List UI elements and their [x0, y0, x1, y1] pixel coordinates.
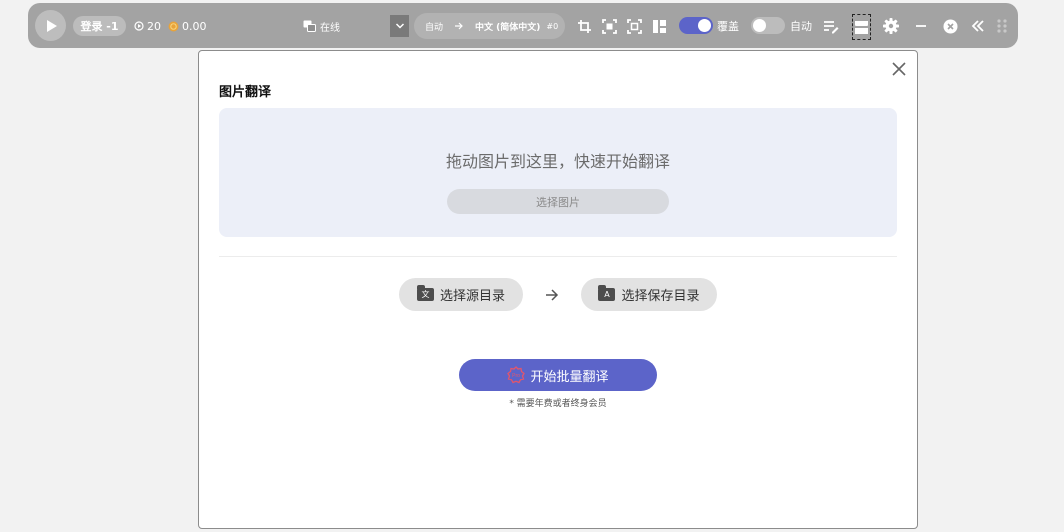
- divider: [219, 256, 897, 257]
- play-count: 20: [134, 18, 161, 34]
- close-icon: [892, 62, 906, 76]
- overlay-toggle[interactable]: [679, 17, 713, 34]
- source-dir-label: 选择源目录: [439, 289, 505, 304]
- select-image-button[interactable]: 选择图片: [447, 189, 669, 214]
- minimize-button[interactable]: [910, 15, 932, 37]
- translation-toolbar: 登录 -1 20 0.00 在线 自动 中文 (简体中文) #0 覆盖 自动: [28, 3, 1018, 48]
- source-language: 自动: [425, 22, 444, 33]
- minimize-icon: [916, 25, 926, 27]
- auto-toggle[interactable]: [751, 17, 785, 34]
- image-translate-icon: [855, 21, 868, 34]
- save-folder-icon: A: [598, 285, 616, 301]
- toggle-knob: [753, 19, 766, 32]
- play-icon: [46, 19, 57, 32]
- login-label: 登录 -1: [80, 20, 119, 33]
- gear-icon: [883, 18, 899, 34]
- target-badge: #0: [546, 21, 559, 31]
- mode-dropdown-button[interactable]: [390, 15, 409, 37]
- capture-window-icon: [626, 18, 642, 34]
- capture-icon: [601, 18, 617, 34]
- collapse-button[interactable]: [967, 15, 989, 37]
- layout-button[interactable]: [648, 15, 670, 37]
- close-toolbar-button[interactable]: [939, 15, 961, 37]
- overlay-label: 覆盖: [717, 20, 739, 33]
- dialog-title: 图片翻译: [219, 85, 272, 100]
- coin-value: 0.00: [182, 19, 207, 33]
- play-button[interactable]: [35, 10, 66, 41]
- coin-count: 0.00: [168, 18, 207, 34]
- toggle-knob: [698, 19, 711, 32]
- pro-badge-text: Pro: [513, 373, 521, 379]
- crop-icon: [577, 19, 591, 33]
- play-count-value: 20: [147, 19, 161, 33]
- close-circle-icon: [943, 19, 957, 33]
- save-dir-label: 选择保存目录: [621, 289, 700, 304]
- layout-icon: [652, 19, 666, 33]
- membership-note: * 需要年费或者终身会员: [509, 399, 607, 409]
- crop-button[interactable]: [573, 15, 595, 37]
- start-batch-translate-button[interactable]: Pro 开始批量翻译: [459, 359, 657, 391]
- collapse-icon: [971, 20, 984, 32]
- capture-window-button[interactable]: [623, 15, 645, 37]
- select-save-dir-button[interactable]: A 选择保存目录: [581, 278, 717, 311]
- settings-button[interactable]: [880, 15, 902, 37]
- edit-list-button[interactable]: [820, 15, 842, 37]
- drag-handle-icon: [997, 19, 1007, 33]
- login-button[interactable]: 登录 -1: [73, 16, 126, 36]
- auto-label: 自动: [790, 20, 812, 33]
- start-batch-label: 开始批量翻译: [530, 369, 609, 385]
- image-translate-button[interactable]: [852, 14, 871, 40]
- target-language: 中文 (简体中文): [475, 22, 541, 33]
- close-dialog-button[interactable]: [889, 59, 909, 79]
- edit-list-icon: [824, 20, 839, 33]
- arrow-right-icon: [542, 285, 562, 305]
- pro-badge-icon: Pro: [507, 366, 526, 384]
- select-source-dir-button[interactable]: 文 选择源目录: [399, 278, 523, 311]
- capture-button[interactable]: [598, 15, 620, 37]
- save-folder-glyph: A: [604, 290, 610, 299]
- select-image-label: 选择图片: [536, 195, 580, 209]
- language-selector[interactable]: 自动 中文 (简体中文) #0: [414, 13, 565, 39]
- source-folder-icon: 文: [416, 285, 434, 301]
- play-count-icon: [134, 21, 144, 31]
- mode-label: 在线: [320, 22, 340, 34]
- image-translate-dialog: 图片翻译 拖动图片到这里，快速开始翻译 选择图片 文 选择源目录 A 选择保存目…: [198, 50, 918, 529]
- image-drop-zone[interactable]: 拖动图片到这里，快速开始翻译 选择图片: [219, 108, 897, 237]
- chevron-down-icon: [395, 23, 404, 29]
- drop-zone-text: 拖动图片到这里，快速开始翻译: [445, 152, 670, 171]
- translate-mode-icon: [303, 20, 316, 32]
- translate-mode[interactable]: 在线: [303, 17, 340, 35]
- arrow-right-icon: [455, 22, 463, 30]
- source-folder-glyph: 文: [421, 290, 430, 299]
- drag-handle[interactable]: [991, 15, 1013, 37]
- coin-icon: [168, 21, 179, 31]
